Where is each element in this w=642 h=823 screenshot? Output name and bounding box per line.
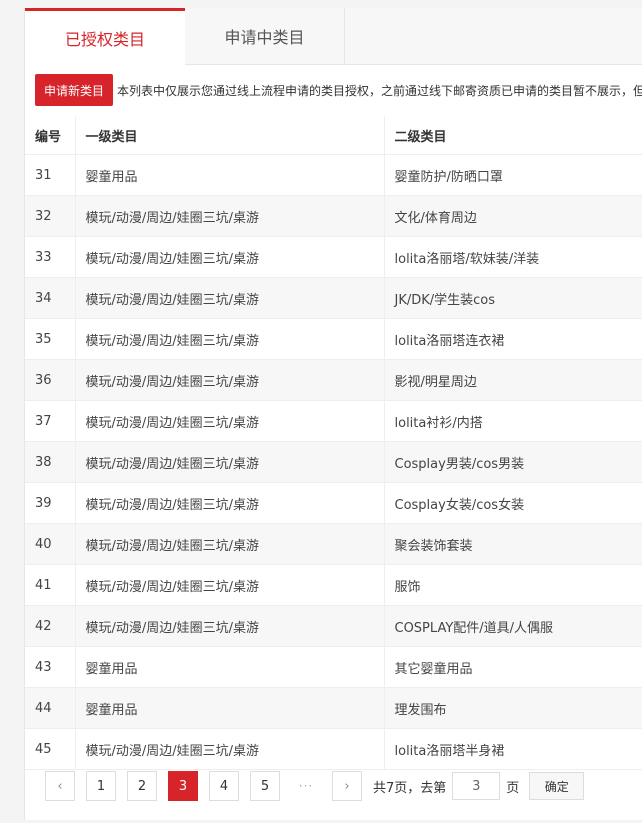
pagination-ellipsis: ··· xyxy=(298,779,314,793)
category-table: 编号 一级类目 二级类目 31 婴童用品 婴童防护/防晒口罩 32 模玩/动漫/周边/娃… xyxy=(25,116,642,770)
goto-page-input[interactable] xyxy=(452,772,501,800)
category-panel: 已授权类目 申请中类目 申请新类目 本列表中仅展示您通过线上流程申请的类目授权，… xyxy=(24,8,642,820)
cell-level1-category: 模玩/动漫/周边/娃圈三坑/桌游 xyxy=(75,482,385,524)
confirm-goto-button[interactable]: 确定 xyxy=(529,772,585,800)
cell-level2-category: 其它婴童用品 xyxy=(384,646,642,688)
cell-number: 44 xyxy=(25,687,76,729)
total-pages-text: 共7页，去第 xyxy=(373,780,447,796)
table-row: 37 模玩/动漫/周边/娃圈三坑/桌游 lolita衬衫/内搭 xyxy=(25,400,642,442)
cell-number: 40 xyxy=(25,523,76,565)
cell-level2-category: Cosplay男装/cos男装 xyxy=(384,441,642,483)
cell-number: 36 xyxy=(25,359,76,401)
table-row: 36 模玩/动漫/周边/娃圈三坑/桌游 影视/明星周边 xyxy=(25,359,642,401)
tab-applying-categories[interactable]: 申请中类目 xyxy=(185,8,345,64)
cell-number: 35 xyxy=(25,318,76,360)
table-row: 35 模玩/动漫/周边/娃圈三坑/桌游 lolita洛丽塔连衣裙 xyxy=(25,318,642,360)
table-row: 42 模玩/动漫/周边/娃圈三坑/桌游 COSPLAY配件/道具/人偶服 xyxy=(25,605,642,647)
table-row: 43 婴童用品 其它婴童用品 xyxy=(25,646,642,688)
cell-number: 41 xyxy=(25,564,76,606)
cell-number: 45 xyxy=(25,728,76,770)
table-header-row: 编号 一级类目 二级类目 xyxy=(25,116,642,155)
cell-level2-category: Cosplay女装/cos女装 xyxy=(384,482,642,524)
cell-level1-category: 婴童用品 xyxy=(75,687,385,729)
cell-level1-category: 婴童用品 xyxy=(75,646,385,688)
table-row: 39 模玩/动漫/周边/娃圈三坑/桌游 Cosplay女装/cos女装 xyxy=(25,482,642,524)
table-row: 41 模玩/动漫/周边/娃圈三坑/桌游 服饰 xyxy=(25,564,642,606)
cell-level2-category: lolita洛丽塔连衣裙 xyxy=(384,318,642,360)
cell-level1-category: 模玩/动漫/周边/娃圈三坑/桌游 xyxy=(75,441,385,483)
table-row: 34 模玩/动漫/周边/娃圈三坑/桌游 JK/DK/学生装cos xyxy=(25,277,642,319)
page-button-1[interactable]: 1 xyxy=(86,771,116,801)
page-button-5[interactable]: 5 xyxy=(250,771,280,801)
toolbar: 申请新类目 本列表中仅展示您通过线上流程申请的类目授权，之前通过线下邮寄资质已申… xyxy=(35,74,642,106)
cell-level2-category: lolita洛丽塔半身裙 xyxy=(384,728,642,770)
chevron-right-icon[interactable]: › xyxy=(332,771,362,801)
cell-level2-category: 理发围布 xyxy=(384,687,642,729)
chevron-left-icon[interactable]: ‹ xyxy=(45,771,75,801)
cell-number: 31 xyxy=(25,154,76,196)
cell-number: 34 xyxy=(25,277,76,319)
header-level1-category: 一级类目 xyxy=(75,116,385,155)
cell-level1-category: 模玩/动漫/周边/娃圈三坑/桌游 xyxy=(75,359,385,401)
table-row: 33 模玩/动漫/周边/娃圈三坑/桌游 lolita洛丽塔/软妹装/洋装 xyxy=(25,236,642,278)
cell-level1-category: 模玩/动漫/周边/娃圈三坑/桌游 xyxy=(75,400,385,442)
cell-number: 33 xyxy=(25,236,76,278)
cell-number: 42 xyxy=(25,605,76,647)
apply-new-category-button[interactable]: 申请新类目 xyxy=(35,74,114,106)
table-row: 40 模玩/动漫/周边/娃圈三坑/桌游 聚会装饰套装 xyxy=(25,523,642,565)
category-tabs: 已授权类目 申请中类目 xyxy=(25,8,642,65)
tab-authorized-categories[interactable]: 已授权类目 xyxy=(25,8,185,65)
cell-level2-category: 服饰 xyxy=(384,564,642,606)
cell-level1-category: 模玩/动漫/周边/娃圈三坑/桌游 xyxy=(75,318,385,360)
page-button-3-current[interactable]: 3 xyxy=(168,771,198,801)
cell-level2-category: 聚会装饰套装 xyxy=(384,523,642,565)
cell-level2-category: lolita衬衫/内搭 xyxy=(384,400,642,442)
cell-level2-category: JK/DK/学生装cos xyxy=(384,277,642,319)
cell-level1-category: 模玩/动漫/周边/娃圈三坑/桌游 xyxy=(75,728,385,770)
cell-level1-category: 模玩/动漫/周边/娃圈三坑/桌游 xyxy=(75,564,385,606)
cell-level1-category: 模玩/动漫/周边/娃圈三坑/桌游 xyxy=(75,236,385,278)
cell-level1-category: 模玩/动漫/周边/娃圈三坑/桌游 xyxy=(75,195,385,237)
cell-level1-category: 模玩/动漫/周边/娃圈三坑/桌游 xyxy=(75,605,385,647)
cell-number: 43 xyxy=(25,646,76,688)
table-row: 32 模玩/动漫/周边/娃圈三坑/桌游 文化/体育周边 xyxy=(25,195,642,237)
page-button-2[interactable]: 2 xyxy=(127,771,157,801)
cell-level2-category: 影视/明星周边 xyxy=(384,359,642,401)
pagination: ‹ 1 2 3 4 5 ··· › 共7页，去第 页 确定 xyxy=(45,770,585,802)
cell-level1-category: 模玩/动漫/周边/娃圈三坑/桌游 xyxy=(75,277,385,319)
cell-number: 38 xyxy=(25,441,76,483)
header-number: 编号 xyxy=(25,116,76,155)
table-row: 38 模玩/动漫/周边/娃圈三坑/桌游 Cosplay男装/cos男装 xyxy=(25,441,642,483)
cell-level2-category: 文化/体育周边 xyxy=(384,195,642,237)
cell-level1-category: 模玩/动漫/周边/娃圈三坑/桌游 xyxy=(75,523,385,565)
table-row: 44 婴童用品 理发围布 xyxy=(25,687,642,729)
table-row: 31 婴童用品 婴童防护/防晒口罩 xyxy=(25,154,642,196)
cell-number: 37 xyxy=(25,400,76,442)
page-button-4[interactable]: 4 xyxy=(209,771,239,801)
cell-level2-category: lolita洛丽塔/软妹装/洋装 xyxy=(384,236,642,278)
cell-level2-category: COSPLAY配件/道具/人偶服 xyxy=(384,605,642,647)
page-suffix-text: 页 xyxy=(506,780,520,796)
cell-level1-category: 婴童用品 xyxy=(75,154,385,196)
cell-level2-category: 婴童防护/防晒口罩 xyxy=(384,154,642,196)
table-row: 45 模玩/动漫/周边/娃圈三坑/桌游 lolita洛丽塔半身裙 xyxy=(25,728,642,770)
notice-text: 本列表中仅展示您通过线上流程申请的类目授权，之前通过线下邮寄资质已申请的类目暂不… xyxy=(117,83,642,98)
cell-number: 39 xyxy=(25,482,76,524)
header-level2-category: 二级类目 xyxy=(384,116,642,155)
cell-number: 32 xyxy=(25,195,76,237)
